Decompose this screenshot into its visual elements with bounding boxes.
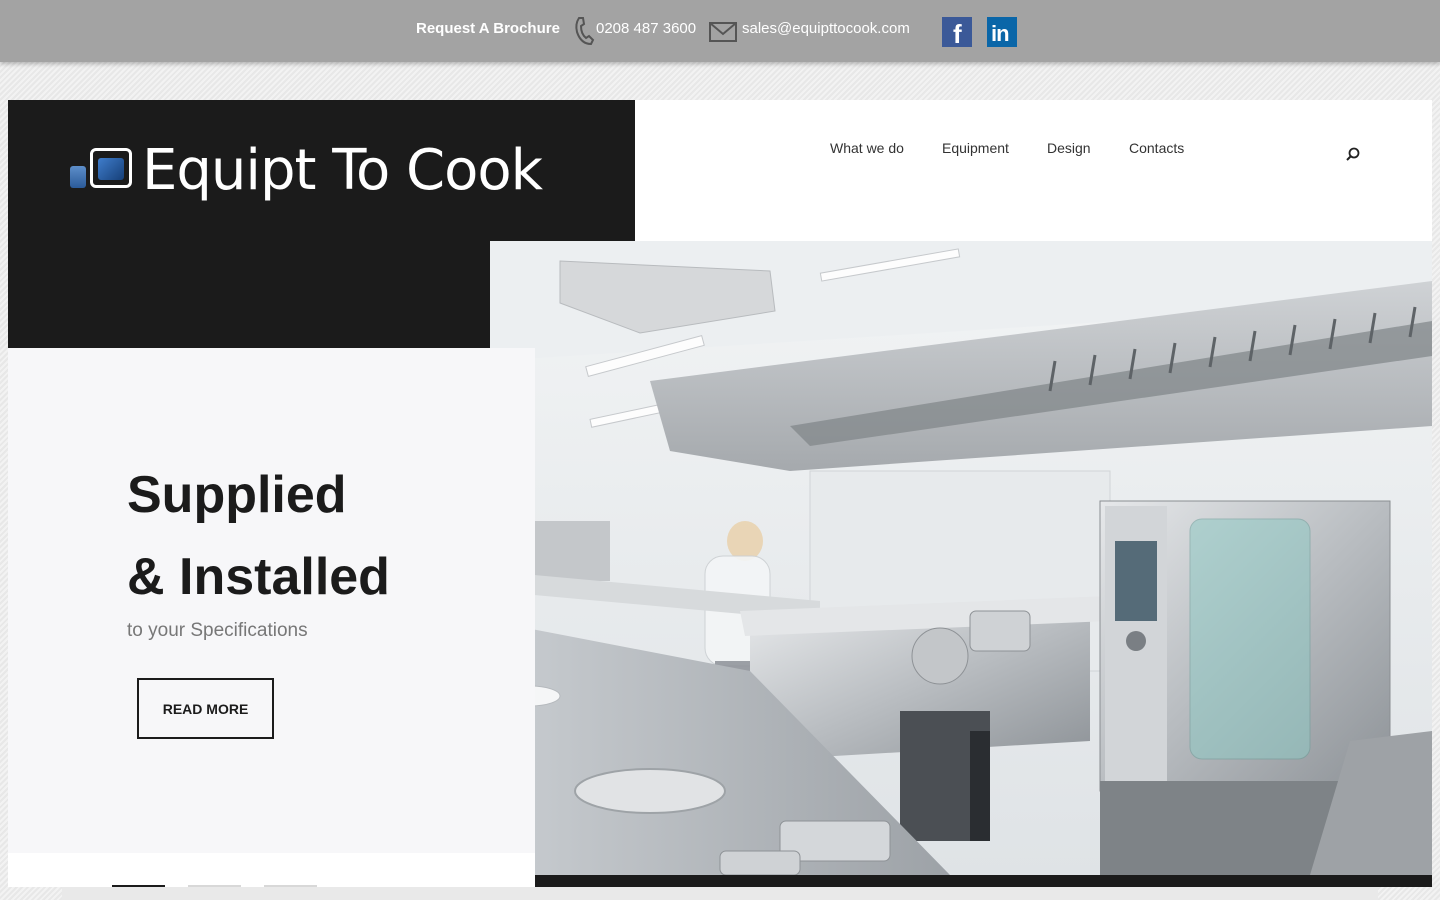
hero-bottom-bar [535, 875, 1432, 887]
logo-inner-icon [98, 158, 124, 180]
nav-contacts[interactable]: Contacts [1129, 140, 1184, 156]
hero-title-line-2: & Installed [127, 548, 390, 606]
content-strip [62, 887, 1378, 900]
logo-mark-icon [70, 166, 86, 188]
hero-text-panel: Supplied & Installed to your Specificati… [8, 348, 535, 853]
logo-text: Equipt To Cook [142, 138, 543, 203]
main-navigation: What we do Equipment Design Contacts [635, 100, 1432, 241]
nav-design[interactable]: Design [1047, 140, 1091, 156]
nav-equipment[interactable]: Equipment [942, 140, 1009, 156]
hero-title: Supplied & Installed [127, 454, 390, 618]
slider-pagination [8, 853, 535, 887]
hero-kitchen-image [490, 241, 1432, 875]
kitchen-illustration [490, 241, 1432, 875]
linkedin-icon[interactable]: in [987, 17, 1017, 47]
hero-subtitle: to your Specifications [127, 620, 308, 641]
top-bar: Request A Brochure 0208 487 3600 sales@e… [0, 0, 1440, 62]
mail-icon [709, 22, 737, 42]
nav-what-we-do[interactable]: What we do [830, 140, 904, 156]
phone-number[interactable]: 0208 487 3600 [596, 20, 696, 37]
search-icon[interactable] [1345, 146, 1361, 162]
phone-icon [575, 17, 595, 46]
read-more-button[interactable]: READ MORE [137, 678, 274, 739]
hero-title-line-1: Supplied [127, 466, 347, 524]
email-link[interactable]: sales@equipttocook.com [742, 20, 910, 37]
request-brochure-link[interactable]: Request A Brochure [416, 20, 560, 37]
facebook-icon[interactable]: f [942, 17, 972, 49]
